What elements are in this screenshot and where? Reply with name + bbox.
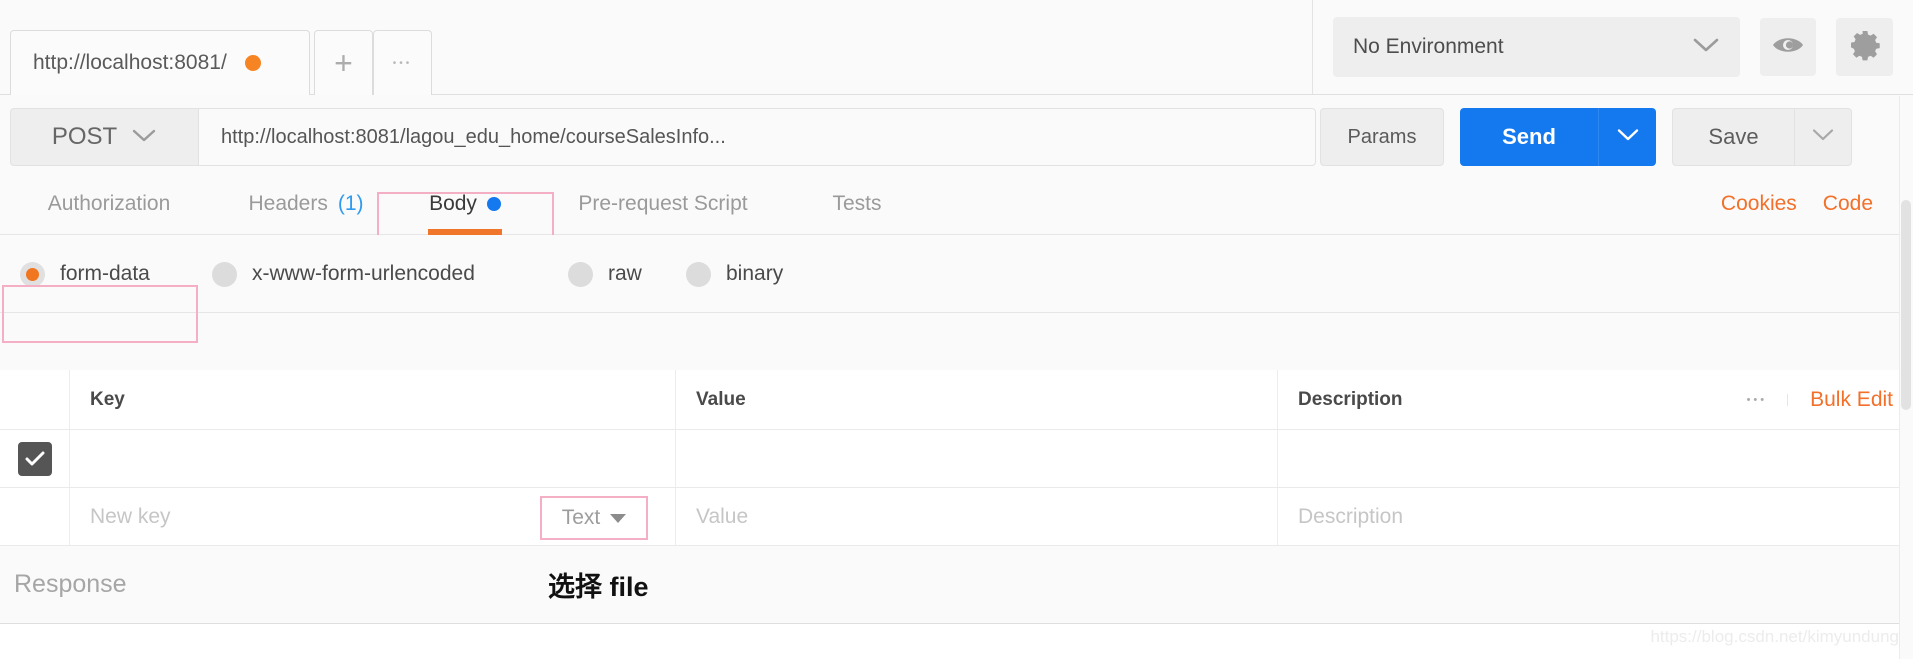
new-value-placeholder: Value xyxy=(696,504,749,528)
tab-pre-request-script-label: Pre-request Script xyxy=(578,192,748,215)
bottom-area: https://blog.csdn.net/kimyundung xyxy=(0,624,1913,659)
save-button[interactable]: Save xyxy=(1672,108,1794,166)
radio-selected-icon xyxy=(20,261,45,287)
tab-headers-label: Headers xyxy=(248,192,328,215)
caret-down-icon xyxy=(610,513,627,523)
body-type-urlencoded[interactable]: x-www-form-urlencoded xyxy=(212,235,475,313)
chevron-down-icon xyxy=(1811,127,1835,147)
chevron-down-icon xyxy=(131,127,157,148)
tab-authorization-label: Authorization xyxy=(47,192,171,215)
chevron-down-icon xyxy=(1692,36,1720,59)
table-options-ellipsis-icon[interactable]: ••• xyxy=(1747,393,1789,406)
settings-button[interactable] xyxy=(1836,18,1893,76)
row-description-input[interactable] xyxy=(1278,430,1913,487)
row-checkbox-cell[interactable] xyxy=(0,430,70,487)
save-options-button[interactable] xyxy=(1794,108,1852,166)
vertical-scrollbar-thumb[interactable] xyxy=(1901,200,1911,410)
header-cell-description: Description ••• Bulk Edit xyxy=(1278,370,1913,429)
header-value-label: Value xyxy=(696,388,746,410)
request-section-tabs: Authorization Headers (1) Body Pre-reque… xyxy=(0,173,1913,235)
row-key-input[interactable] xyxy=(70,430,676,487)
tab-tests[interactable]: Tests xyxy=(812,173,902,235)
form-data-table: Key Value Description ••• Bulk Edit New … xyxy=(0,370,1913,546)
request-tab-strip: http://localhost:8081/ + ••• xyxy=(0,0,1312,95)
request-url-row: POST http://localhost:8081/lagou_edu_hom… xyxy=(0,95,1913,173)
vertical-scrollbar-track[interactable] xyxy=(1899,96,1913,659)
unsaved-dot-icon xyxy=(244,55,261,71)
tab-body-label: Body xyxy=(429,192,477,215)
cookies-link[interactable]: Cookies xyxy=(1721,192,1797,216)
tab-row-links: Cookies Code xyxy=(1721,173,1873,235)
http-method-label: POST xyxy=(51,123,118,150)
code-link[interactable]: Code xyxy=(1823,192,1873,216)
tab-options-button[interactable]: ••• xyxy=(373,30,432,95)
body-type-radio-row: form-data x-www-form-urlencoded raw bina… xyxy=(0,235,1913,313)
environment-bar: No Environment xyxy=(1312,0,1913,95)
chevron-down-icon xyxy=(1616,127,1640,147)
header-cell-value: Value xyxy=(676,370,1278,429)
tab-tests-label: Tests xyxy=(832,192,882,215)
body-type-raw-label: raw xyxy=(608,262,642,285)
tab-pre-request-script[interactable]: Pre-request Script xyxy=(548,173,778,235)
response-label: Response xyxy=(14,570,127,598)
request-tab-label: http://localhost:8081/ xyxy=(33,51,227,74)
environment-selector[interactable]: No Environment xyxy=(1333,17,1740,77)
header-description-label: Description xyxy=(1298,388,1403,410)
new-value-input[interactable]: Value xyxy=(676,488,1278,545)
key-type-selector[interactable]: Text xyxy=(540,496,648,540)
tab-authorization[interactable]: Authorization xyxy=(20,173,198,235)
plus-icon: + xyxy=(334,45,353,81)
new-key-placeholder: New key xyxy=(90,504,171,528)
table-new-row[interactable]: New key Text Value Description xyxy=(0,488,1913,546)
environment-selected-label: No Environment xyxy=(1353,35,1504,58)
row-enabled-checkbox[interactable] xyxy=(17,441,52,476)
header-cell-checkbox xyxy=(0,370,70,429)
request-url-value: http://localhost:8081/lagou_edu_home/cou… xyxy=(221,125,726,148)
body-present-dot-icon xyxy=(486,197,501,211)
environment-quick-look-button[interactable] xyxy=(1759,18,1817,76)
request-url-input[interactable]: http://localhost:8081/lagou_edu_home/cou… xyxy=(198,108,1316,166)
radio-unselected-icon xyxy=(568,261,593,287)
send-button[interactable]: Send xyxy=(1460,108,1598,166)
body-type-form-data[interactable]: form-data xyxy=(20,235,150,313)
annotation-choose-file: 选择 file xyxy=(548,572,649,602)
send-label: Send xyxy=(1502,124,1556,149)
save-label: Save xyxy=(1708,124,1759,149)
bulk-edit-link[interactable]: Bulk Edit xyxy=(1810,388,1893,412)
tab-headers[interactable]: Headers (1) xyxy=(222,173,390,235)
header-key-label: Key xyxy=(90,388,125,410)
body-type-raw[interactable]: raw xyxy=(568,235,642,313)
new-key-input[interactable]: New key Text xyxy=(70,488,676,545)
table-row[interactable] xyxy=(0,430,1913,488)
body-type-binary-label: binary xyxy=(726,262,784,285)
new-description-input[interactable]: Description xyxy=(1278,488,1913,545)
eye-icon xyxy=(1771,33,1805,62)
send-options-button[interactable] xyxy=(1598,108,1656,166)
tab-headers-count: (1) xyxy=(337,192,364,215)
body-type-form-data-label: form-data xyxy=(60,262,150,285)
radio-unselected-icon xyxy=(212,261,237,287)
request-tab-active[interactable]: http://localhost:8081/ xyxy=(10,30,310,95)
params-label: Params xyxy=(1347,125,1417,148)
params-button[interactable]: Params xyxy=(1320,108,1444,166)
key-type-label: Text xyxy=(561,506,601,529)
watermark-text: https://blog.csdn.net/kimyundung xyxy=(1650,627,1899,646)
new-tab-button[interactable]: + xyxy=(314,30,373,95)
body-type-binary[interactable]: binary xyxy=(686,235,783,313)
new-description-placeholder: Description xyxy=(1298,504,1404,528)
tab-body[interactable]: Body xyxy=(400,173,530,235)
response-section: Response 选择 file xyxy=(0,546,1913,624)
row-value-input[interactable] xyxy=(676,430,1278,487)
ellipsis-icon: ••• xyxy=(392,57,413,69)
table-header-row: Key Value Description ••• Bulk Edit xyxy=(0,370,1913,430)
header-cell-key: Key xyxy=(70,370,676,429)
new-row-checkbox-cell xyxy=(0,488,70,545)
postman-window: http://localhost:8081/ + ••• No Environm… xyxy=(0,0,1913,659)
radio-unselected-icon xyxy=(686,261,711,287)
body-type-urlencoded-label: x-www-form-urlencoded xyxy=(252,262,475,285)
table-header-actions: ••• Bulk Edit xyxy=(1747,388,1893,412)
gear-icon xyxy=(1849,29,1881,66)
http-method-selector[interactable]: POST xyxy=(10,108,198,166)
